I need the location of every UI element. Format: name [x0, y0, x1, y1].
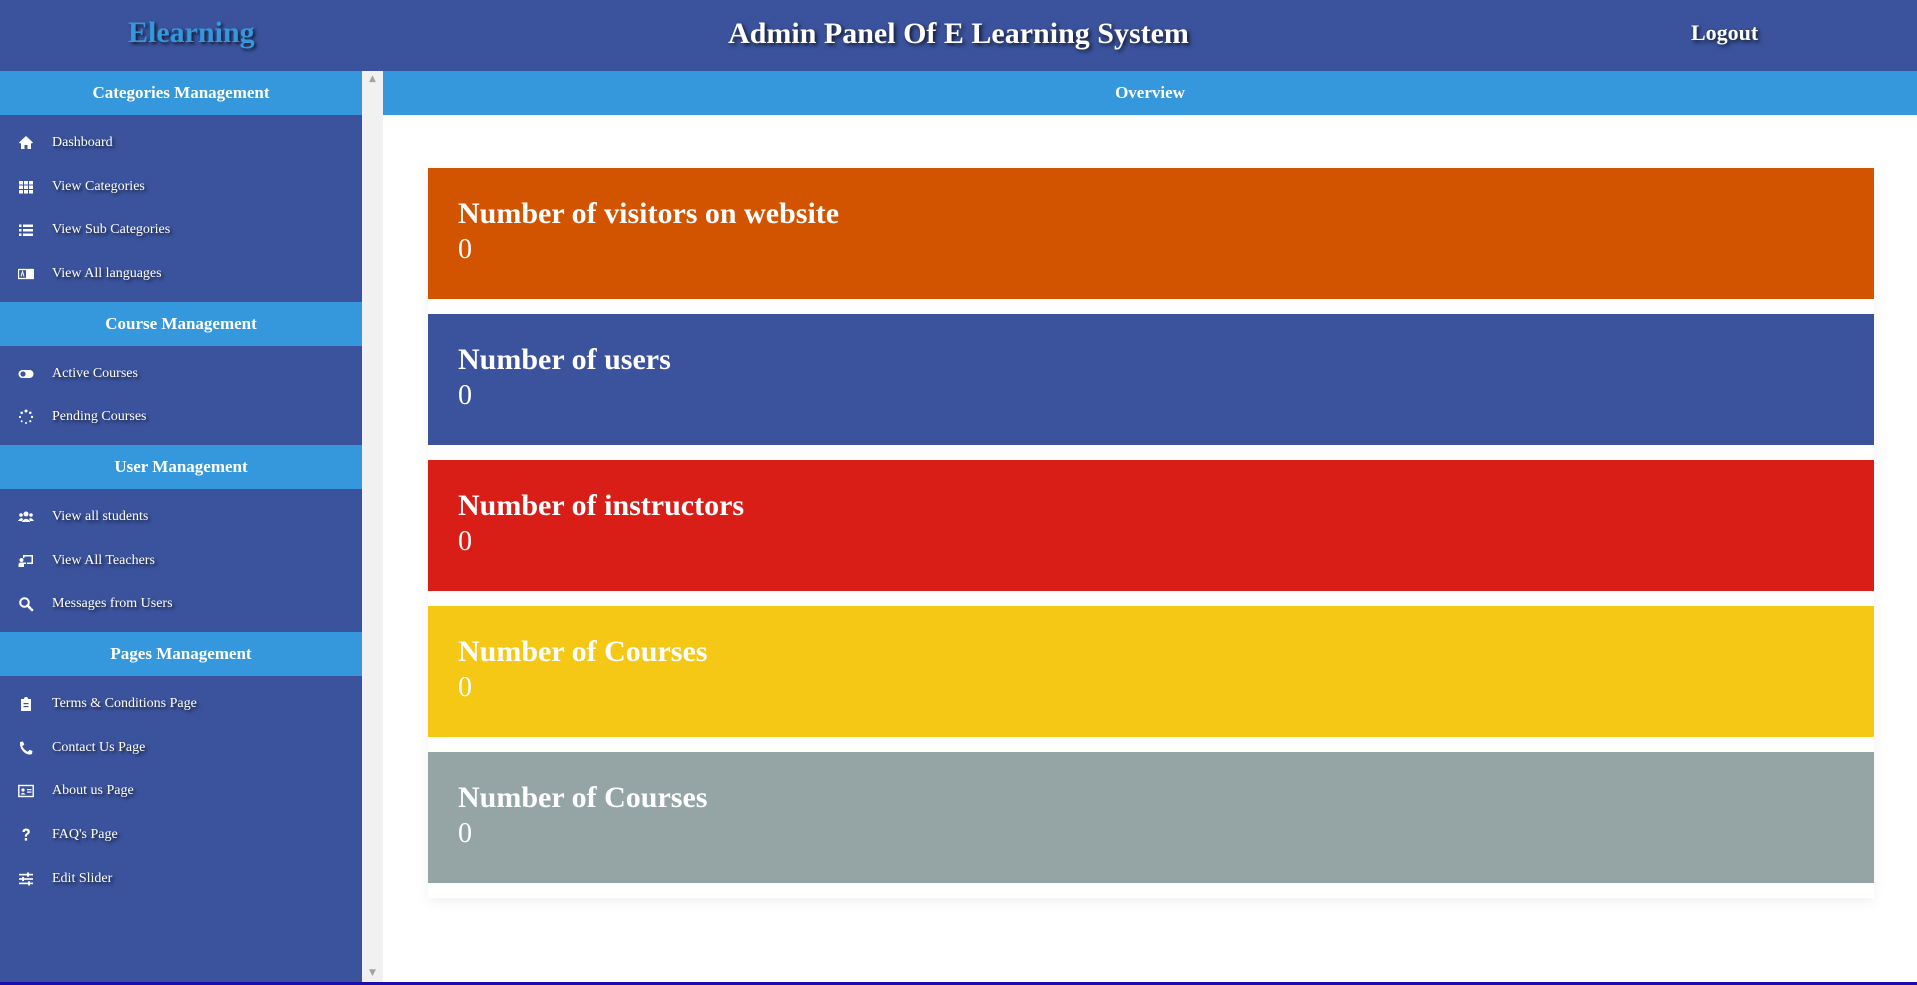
stat-card-users: Number of users 0 — [428, 314, 1874, 445]
home-icon — [16, 135, 36, 151]
stat-card-title: Number of users — [458, 343, 671, 376]
stat-card-courses-secondary: Number of Courses 0 — [428, 752, 1874, 883]
stat-card-instructors: Number of instructors 0 — [428, 460, 1874, 591]
logout-button[interactable]: Logout — [1691, 20, 1758, 46]
spinner-icon — [16, 409, 36, 425]
section-header-categories: Categories Management — [0, 71, 362, 115]
nav-list-courses: Active Courses Pending Courses — [0, 346, 362, 445]
sidebar-item-terms-conditions[interactable]: Terms & Conditions Page — [0, 682, 362, 726]
top-header: Elearning Admin Panel Of E Learning Syst… — [0, 0, 1917, 71]
language-icon — [16, 266, 36, 282]
sidebar-item-view-sub-categories[interactable]: View Sub Categories — [0, 208, 362, 252]
sidebar-item-label: View all students — [52, 508, 149, 524]
sidebar-item-view-all-teachers[interactable]: View All Teachers — [0, 539, 362, 583]
stat-card-value: 0 — [458, 526, 472, 557]
chalkboard-teacher-icon — [16, 553, 36, 569]
question-icon — [16, 827, 36, 843]
stat-card-visitors: Number of visitors on website 0 — [428, 168, 1874, 299]
stat-card-value: 0 — [458, 234, 472, 265]
sidebar-item-active-courses[interactable]: Active Courses — [0, 352, 362, 396]
sidebar-item-pending-courses[interactable]: Pending Courses — [0, 395, 362, 439]
main-content: Overview Number of visitors on website 0… — [383, 71, 1917, 982]
sidebar-item-view-all-languages[interactable]: View All languages — [0, 252, 362, 296]
sidebar-item-faqs[interactable]: FAQ's Page — [0, 813, 362, 857]
nav-list-pages: Terms & Conditions Page Contact Us Page … — [0, 676, 362, 906]
sidebar-item-dashboard[interactable]: Dashboard — [0, 121, 362, 165]
phone-icon — [16, 740, 36, 756]
section-header-users: User Management — [0, 445, 362, 490]
sidebar-item-label: View All Teachers — [52, 552, 155, 568]
nav-list-users: View all students View All Teachers Mess… — [0, 489, 362, 632]
clipboard-icon — [16, 696, 36, 712]
search-icon — [16, 596, 36, 612]
sidebar-item-edit-slider[interactable]: Edit Slider — [0, 857, 362, 901]
sidebar-item-label: Active Courses — [52, 365, 138, 381]
stat-card-title: Number of visitors on website — [458, 197, 840, 230]
scroll-up-arrow-icon[interactable]: ▲ — [362, 71, 383, 88]
sidebar-item-label: Messages from Users — [52, 596, 173, 612]
grid-icon — [16, 179, 36, 195]
sidebar-item-label: FAQ's Page — [52, 827, 118, 843]
toggle-on-icon — [16, 366, 36, 382]
sidebar-item-contact-us[interactable]: Contact Us Page — [0, 726, 362, 770]
sidebar-item-label: Pending Courses — [52, 409, 147, 425]
sidebar-scrollbar[interactable]: ▲ ▼ — [362, 71, 383, 982]
page-title: Admin Panel Of E Learning System — [728, 17, 1189, 50]
sidebar-item-label: Contact Us Page — [52, 739, 146, 755]
scroll-down-arrow-icon[interactable]: ▼ — [362, 965, 383, 982]
stat-card-courses: Number of Courses 0 — [428, 606, 1874, 737]
sidebar-item-view-all-students[interactable]: View all students — [0, 495, 362, 539]
sidebar-item-about-us[interactable]: About us Page — [0, 770, 362, 814]
stat-card-title: Number of instructors — [458, 489, 745, 522]
sliders-icon — [16, 871, 36, 887]
stat-card-value: 0 — [458, 818, 472, 849]
section-header-courses: Course Management — [0, 301, 362, 346]
section-header-pages: Pages Management — [0, 632, 362, 677]
sidebar-item-label: Dashboard — [52, 134, 113, 150]
sidebar-item-label: About us Page — [52, 783, 134, 799]
stats-cards: Number of visitors on website 0 Number o… — [428, 168, 1874, 898]
overview-header: Overview — [383, 71, 1917, 115]
users-icon — [16, 509, 36, 525]
sidebar-item-label: View Sub Categories — [52, 222, 171, 238]
sidebar-item-label: View All languages — [52, 265, 162, 281]
sidebar-item-label: Terms & Conditions Page — [52, 696, 197, 712]
sidebar-item-label: View Categories — [52, 178, 145, 194]
sidebar-item-view-categories[interactable]: View Categories — [0, 165, 362, 209]
sidebar-item-messages-from-users[interactable]: Messages from Users — [0, 583, 362, 627]
list-icon — [16, 222, 36, 238]
stat-card-title: Number of Courses — [458, 635, 708, 668]
nav-list-categories: Dashboard View Categories View Sub Categ… — [0, 115, 362, 302]
sidebar-item-label: Edit Slider — [52, 870, 113, 886]
stat-card-value: 0 — [458, 380, 472, 411]
id-card-icon — [16, 783, 36, 799]
sidebar: Categories Management Dashboard View Cat… — [0, 71, 362, 982]
stat-card-title: Number of Courses — [458, 781, 708, 814]
stat-card-value: 0 — [458, 672, 472, 703]
